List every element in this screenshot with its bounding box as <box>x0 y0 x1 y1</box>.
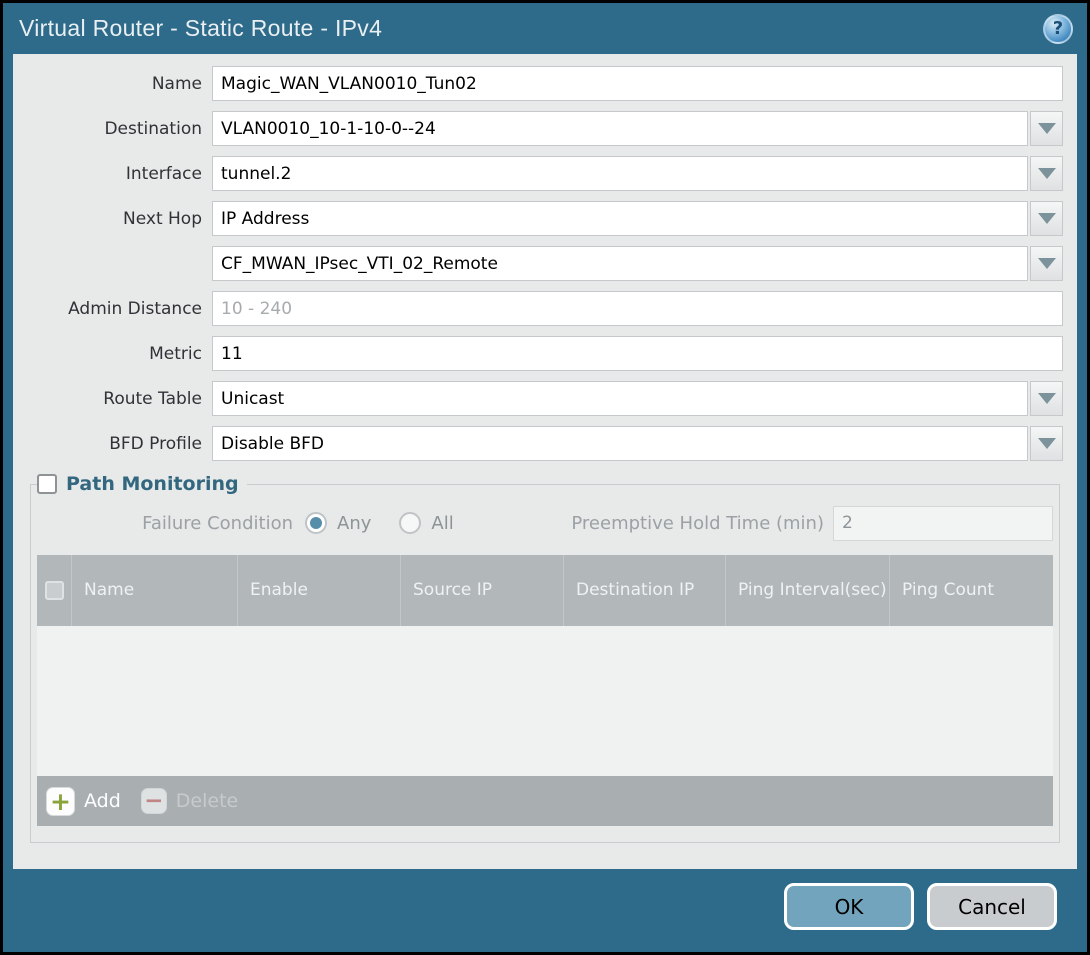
interface-label: Interface <box>13 164 212 184</box>
destination-label: Destination <box>13 119 212 139</box>
name-label: Name <box>13 74 212 94</box>
chevron-down-icon <box>1038 213 1056 224</box>
chevron-down-icon <box>1038 393 1056 404</box>
form-row-admin-distance: Admin Distance 10 - 240 <box>13 291 1063 326</box>
radio-any-icon[interactable] <box>305 512 327 534</box>
form-row-name: Name Magic_WAN_VLAN0010_Tun02 <box>13 66 1063 101</box>
path-monitoring-table: Name Enable Source IP Destination IP Pin… <box>37 555 1053 826</box>
chevron-down-icon <box>1038 168 1056 179</box>
next-hop-value-dropdown-button[interactable] <box>1030 246 1063 281</box>
form-row-interface: Interface tunnel.2 <box>13 156 1063 191</box>
minus-icon: − <box>141 788 167 814</box>
chevron-down-icon <box>1038 438 1056 449</box>
interface-dropdown-button[interactable] <box>1030 156 1063 191</box>
admin-distance-label: Admin Distance <box>13 299 212 319</box>
failure-condition-option-any[interactable]: Any <box>305 512 371 534</box>
table-header-checkbox-cell <box>37 555 71 626</box>
destination-input[interactable]: VLAN0010_10-1-10-0--24 <box>212 111 1028 146</box>
add-button-label: Add <box>84 790 121 812</box>
column-header-source-ip[interactable]: Source IP <box>400 555 563 626</box>
failure-condition-label: Failure Condition <box>37 513 305 534</box>
form-row-destination: Destination VLAN0010_10-1-10-0--24 <box>13 111 1063 146</box>
route-table-dropdown-button[interactable] <box>1030 381 1063 416</box>
radio-dot <box>310 517 322 529</box>
column-header-ping-interval[interactable]: Ping Interval(sec) <box>725 555 889 626</box>
column-header-ping-count[interactable]: Ping Count <box>889 555 1053 626</box>
dialog-footer: OK Cancel <box>3 869 1087 952</box>
metric-input[interactable]: 11 <box>212 336 1063 371</box>
path-monitoring-checkbox[interactable] <box>37 474 57 494</box>
plus-icon: + <box>46 787 75 816</box>
admin-distance-placeholder: 10 - 240 <box>221 299 292 319</box>
path-monitoring-title: Path Monitoring <box>66 473 239 495</box>
dialog-titlebar: Virtual Router - Static Route - IPv4 ? <box>3 3 1087 54</box>
next-hop-label: Next Hop <box>13 209 212 229</box>
destination-dropdown-button[interactable] <box>1030 111 1063 146</box>
form-row-next-hop-value: CF_MWAN_IPsec_VTI_02_Remote <box>13 246 1063 281</box>
table-header: Name Enable Source IP Destination IP Pin… <box>37 555 1053 626</box>
table-toolbar: + Add − Delete <box>37 776 1053 826</box>
help-icon[interactable]: ? <box>1043 14 1073 44</box>
add-button[interactable]: + Add <box>46 787 121 816</box>
preemptive-hold-time-label: Preemptive Hold Time (min) <box>571 513 833 534</box>
bfd-profile-label: BFD Profile <box>13 434 212 454</box>
admin-distance-input[interactable]: 10 - 240 <box>212 291 1063 326</box>
preemptive-hold-time-input[interactable]: 2 <box>833 506 1053 541</box>
dialog-content: Name Magic_WAN_VLAN0010_Tun02 Destinatio… <box>13 54 1077 869</box>
path-monitoring-group: Path Monitoring Failure Condition Any Al… <box>30 473 1060 843</box>
name-input[interactable]: Magic_WAN_VLAN0010_Tun02 <box>212 66 1063 101</box>
bfd-profile-dropdown-button[interactable] <box>1030 426 1063 461</box>
help-icon-glyph: ? <box>1053 18 1063 39</box>
failure-condition-option-all[interactable]: All <box>399 512 453 534</box>
column-header-enable[interactable]: Enable <box>237 555 400 626</box>
table-body-empty <box>37 626 1053 776</box>
chevron-down-icon <box>1038 123 1056 134</box>
cancel-button[interactable]: Cancel <box>927 883 1057 930</box>
bfd-profile-input[interactable]: Disable BFD <box>212 426 1028 461</box>
form-row-next-hop: Next Hop IP Address <box>13 201 1063 236</box>
metric-label: Metric <box>13 344 212 364</box>
route-table-input[interactable]: Unicast <box>212 381 1028 416</box>
next-hop-value-input[interactable]: CF_MWAN_IPsec_VTI_02_Remote <box>212 246 1028 281</box>
radio-any-label: Any <box>337 513 371 534</box>
dialog-title: Virtual Router - Static Route - IPv4 <box>19 15 382 42</box>
select-all-checkbox[interactable] <box>45 581 64 600</box>
ok-button[interactable]: OK <box>784 883 914 930</box>
delete-button-label: Delete <box>176 790 238 812</box>
failure-condition-row: Failure Condition Any All Preemptive Hol… <box>37 505 1053 541</box>
radio-all-icon[interactable] <box>399 512 421 534</box>
route-table-label: Route Table <box>13 389 212 409</box>
radio-all-label: All <box>431 513 453 534</box>
column-header-destination-ip[interactable]: Destination IP <box>563 555 725 626</box>
form-row-metric: Metric 11 <box>13 336 1063 371</box>
form-row-route-table: Route Table Unicast <box>13 381 1063 416</box>
form-row-bfd-profile: BFD Profile Disable BFD <box>13 426 1063 461</box>
path-monitoring-legend: Path Monitoring <box>37 473 247 495</box>
chevron-down-icon <box>1038 258 1056 269</box>
next-hop-type-dropdown-button[interactable] <box>1030 201 1063 236</box>
static-route-dialog: Virtual Router - Static Route - IPv4 ? N… <box>0 0 1090 955</box>
interface-input[interactable]: tunnel.2 <box>212 156 1028 191</box>
delete-button[interactable]: − Delete <box>141 788 238 814</box>
next-hop-type-input[interactable]: IP Address <box>212 201 1028 236</box>
column-header-name[interactable]: Name <box>71 555 237 626</box>
